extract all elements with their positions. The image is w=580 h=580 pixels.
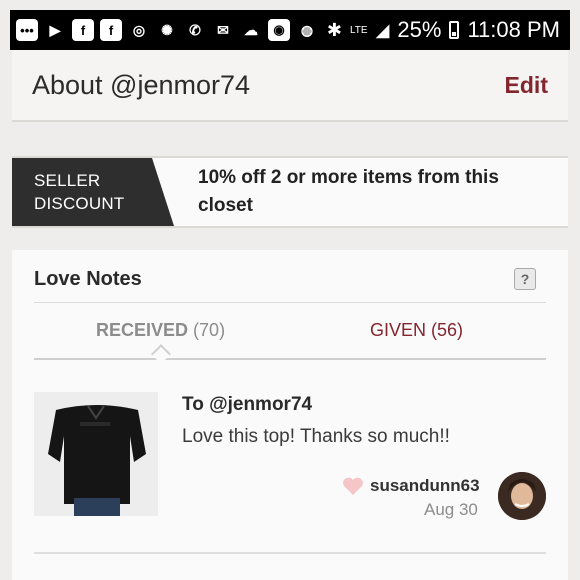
facebook-icon: f bbox=[72, 19, 94, 41]
battery-percent: 25% bbox=[397, 17, 442, 42]
tag-line-1: SELLER bbox=[34, 171, 101, 190]
avatar[interactable] bbox=[498, 472, 546, 520]
page-title: About @jenmor74 bbox=[32, 69, 251, 100]
about-header: About @jenmor74 Edit bbox=[12, 50, 568, 122]
tab-received-label: RECEIVED bbox=[96, 320, 189, 340]
notification-icons: ••• ▶ f f ◎ ✺ ✆ ✉ ☁ ◉ ◍ bbox=[16, 19, 318, 41]
active-tab-caret bbox=[151, 344, 171, 364]
heart-icon bbox=[343, 477, 363, 495]
battery-icon bbox=[449, 21, 460, 39]
tab-given-label: GIVEN bbox=[370, 320, 427, 340]
tag-line-2: DISCOUNT bbox=[34, 194, 125, 213]
edit-button[interactable]: Edit bbox=[505, 72, 548, 99]
seller-discount-card: SELLER DISCOUNT 10% off 2 or more items … bbox=[12, 156, 568, 228]
note-author-username[interactable]: susandunn63 bbox=[370, 476, 480, 496]
discount-description: 10% off 2 or more items from this closet bbox=[198, 167, 499, 216]
tab-received-count: (70) bbox=[193, 320, 226, 340]
tab-given[interactable]: GIVEN (56) bbox=[370, 320, 463, 341]
divider bbox=[34, 302, 546, 303]
note-message: Love this top! Thanks so much!! bbox=[182, 426, 450, 447]
love-notes-tabs: RECEIVED (70) GIVEN (56) bbox=[34, 310, 546, 364]
messages-icon: ••• bbox=[16, 19, 38, 41]
poshmark-icon: ◎ bbox=[132, 21, 146, 38]
help-icon[interactable]: ? bbox=[514, 268, 536, 290]
tabs-underline bbox=[34, 358, 546, 360]
weather-icon: ☁ bbox=[244, 21, 258, 38]
black-top-image bbox=[34, 392, 158, 516]
seller-discount-tag: SELLER DISCOUNT bbox=[12, 158, 174, 226]
loading-icon: ✺ bbox=[161, 21, 173, 38]
tab-received[interactable]: RECEIVED (70) bbox=[96, 320, 225, 341]
note-date: Aug 30 bbox=[424, 500, 478, 519]
love-notes-title: Love Notes bbox=[34, 268, 142, 290]
signal-icon: LTE bbox=[349, 24, 368, 36]
bluetooth-icon: ✱ bbox=[326, 19, 342, 40]
note-recipient: To @jenmor74 bbox=[182, 394, 313, 415]
camera-icon: ◉ bbox=[268, 19, 290, 41]
love-notes-card: Love Notes ? RECEIVED (70) GIVEN (56) To… bbox=[12, 250, 568, 580]
youtube-icon: ▶ bbox=[49, 21, 61, 38]
status-bar: ••• ▶ f f ◎ ✺ ✆ ✉ ☁ ◉ ◍ ✱ LTE ◢ 25% 11:0… bbox=[10, 10, 570, 50]
missed-call-icon: ✆ bbox=[189, 21, 201, 38]
divider bbox=[34, 552, 546, 554]
clock: 11:08 PM bbox=[467, 17, 560, 42]
listing-thumbnail[interactable] bbox=[34, 392, 158, 516]
facebook-icon-2: f bbox=[100, 19, 122, 41]
author-photo bbox=[498, 472, 546, 520]
tab-given-count: (56) bbox=[431, 320, 464, 340]
messenger-icon: ◍ bbox=[300, 21, 314, 38]
email-icon: ✉ bbox=[217, 21, 229, 38]
signal-bars-icon: ◢ bbox=[375, 19, 390, 40]
